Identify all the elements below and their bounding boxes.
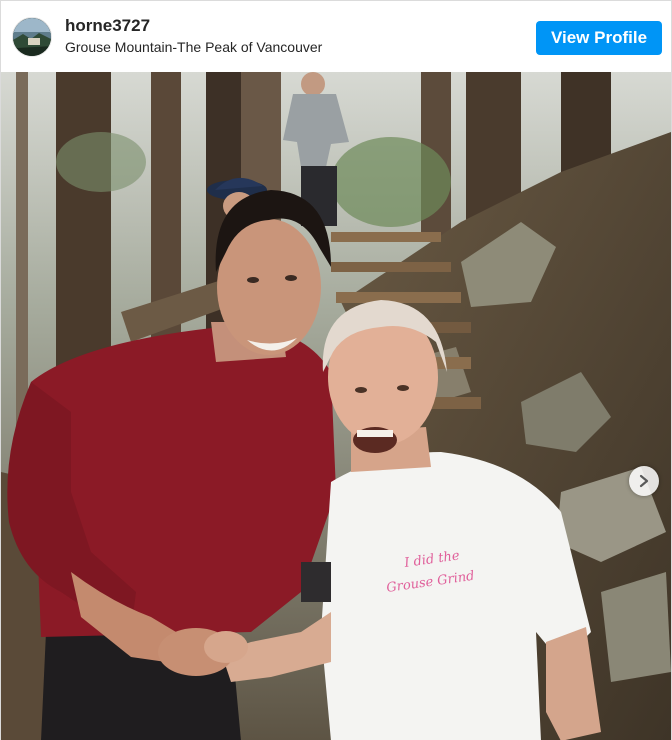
- photo-scene: I did the Grouse Grind: [1, 72, 671, 740]
- post-photo: I did the Grouse Grind: [1, 72, 671, 740]
- hiker-shoe: [301, 562, 331, 602]
- avatar[interactable]: [12, 17, 52, 57]
- view-profile-button[interactable]: View Profile: [536, 21, 662, 55]
- next-photo-button[interactable]: [629, 466, 659, 496]
- location-link[interactable]: Grouse Mountain-The Peak of Vancouver: [65, 38, 322, 56]
- username-link[interactable]: horne3727: [65, 15, 322, 37]
- user-block: horne3727 Grouse Mountain-The Peak of Va…: [65, 15, 322, 56]
- chevron-right-icon: [639, 474, 649, 488]
- post-header: horne3727 Grouse Mountain-The Peak of Va…: [1, 1, 671, 73]
- avatar-image: [13, 18, 51, 56]
- instagram-post: horne3727 Grouse Mountain-The Peak of Va…: [0, 0, 672, 740]
